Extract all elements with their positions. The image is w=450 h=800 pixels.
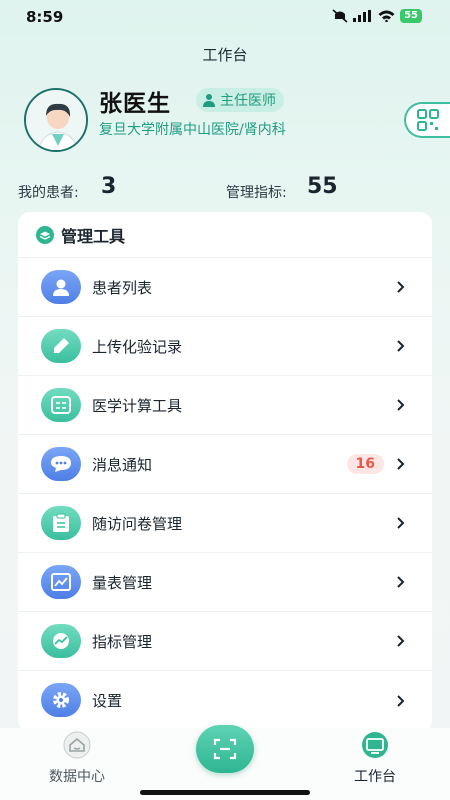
user-badge-icon xyxy=(203,94,215,107)
status-icons: 55 xyxy=(332,9,422,23)
menu-item-label: 指标管理 xyxy=(92,632,153,651)
scan-button[interactable] xyxy=(196,725,254,773)
indicators-label: 管理指标: xyxy=(226,185,287,201)
menu-item-patient-list[interactable]: 患者列表 xyxy=(18,258,432,317)
scale-chart-icon xyxy=(41,565,81,599)
tab-label: 工作台 xyxy=(354,769,396,785)
doctor-name: 张医生 xyxy=(99,91,171,117)
tab-label: 数据中心 xyxy=(49,769,105,785)
menu-item-settings[interactable]: 设置 xyxy=(18,671,432,730)
signal-icon xyxy=(353,10,372,22)
tools-header-title: 管理工具 xyxy=(61,226,126,246)
menu-item-upload-lab[interactable]: 上传化验记录 xyxy=(18,317,432,376)
qr-code-icon xyxy=(417,109,439,131)
patient-icon xyxy=(41,270,81,304)
menu-item-label: 上传化验记录 xyxy=(92,337,183,356)
home-icon xyxy=(63,731,91,759)
menu-item-notifications[interactable]: 消息通知 16 xyxy=(18,435,432,494)
menu-item-followup-questionnaire[interactable]: 随访问卷管理 xyxy=(18,494,432,553)
unread-count-badge: 16 xyxy=(346,454,384,474)
chevron-right-icon xyxy=(397,635,405,647)
title-badge: 主任医师 xyxy=(196,88,284,112)
menu-item-label: 消息通知 xyxy=(92,455,153,474)
hospital-department: 复旦大学附属中山医院/肾内科 xyxy=(99,122,286,138)
doctor-avatar-icon xyxy=(26,90,86,150)
status-bar: 8:59 55 xyxy=(0,0,450,36)
qr-code-button[interactable] xyxy=(404,102,450,138)
chevron-right-icon xyxy=(397,458,405,470)
dropper-icon xyxy=(41,329,81,363)
patients-label: 我的患者: xyxy=(18,185,79,201)
tab-data-center[interactable]: 数据中心 xyxy=(32,731,122,786)
title-badge-label: 主任医师 xyxy=(220,93,276,109)
menu-item-label: 医学计算工具 xyxy=(92,396,183,415)
menu-item-medical-calculator[interactable]: 医学计算工具 xyxy=(18,376,432,435)
trend-icon xyxy=(41,624,81,658)
battery-indicator: 55 xyxy=(400,9,422,23)
home-indicator xyxy=(140,790,310,795)
gear-icon xyxy=(41,683,81,717)
patients-count[interactable]: 3 xyxy=(101,174,116,199)
chat-bubble-icon xyxy=(41,447,81,481)
chevron-right-icon xyxy=(397,576,405,588)
chevron-right-icon xyxy=(397,517,405,529)
page-title: 工作台 xyxy=(202,46,248,64)
scan-icon xyxy=(213,738,237,760)
wifi-icon xyxy=(378,10,395,22)
menu-item-label: 随访问卷管理 xyxy=(92,514,183,533)
chevron-right-icon xyxy=(397,340,405,352)
mute-icon xyxy=(332,9,348,23)
menu-item-scale-management[interactable]: 量表管理 xyxy=(18,553,432,612)
menu-item-label: 量表管理 xyxy=(92,573,153,592)
menu-item-label: 设置 xyxy=(92,692,123,710)
status-time: 8:59 xyxy=(26,8,64,26)
clipboard-icon xyxy=(41,506,81,540)
chevron-right-icon xyxy=(397,694,405,707)
menu-item-indicator-management[interactable]: 指标管理 xyxy=(18,612,432,671)
tools-card: 管理工具 患者列表 上传化验记录 医学计算工具 消息通知 16 随访问卷管理 量… xyxy=(18,212,432,732)
avatar[interactable] xyxy=(24,88,88,152)
chevron-right-icon xyxy=(397,399,405,411)
calculator-icon xyxy=(41,388,81,422)
menu-item-label: 患者列表 xyxy=(92,278,153,297)
layers-icon xyxy=(36,225,54,244)
indicators-count[interactable]: 55 xyxy=(307,174,338,199)
tab-workbench[interactable]: 工作台 xyxy=(330,731,420,786)
monitor-icon xyxy=(362,732,388,758)
chevron-right-icon xyxy=(397,281,405,293)
tools-card-header: 管理工具 xyxy=(18,212,432,258)
